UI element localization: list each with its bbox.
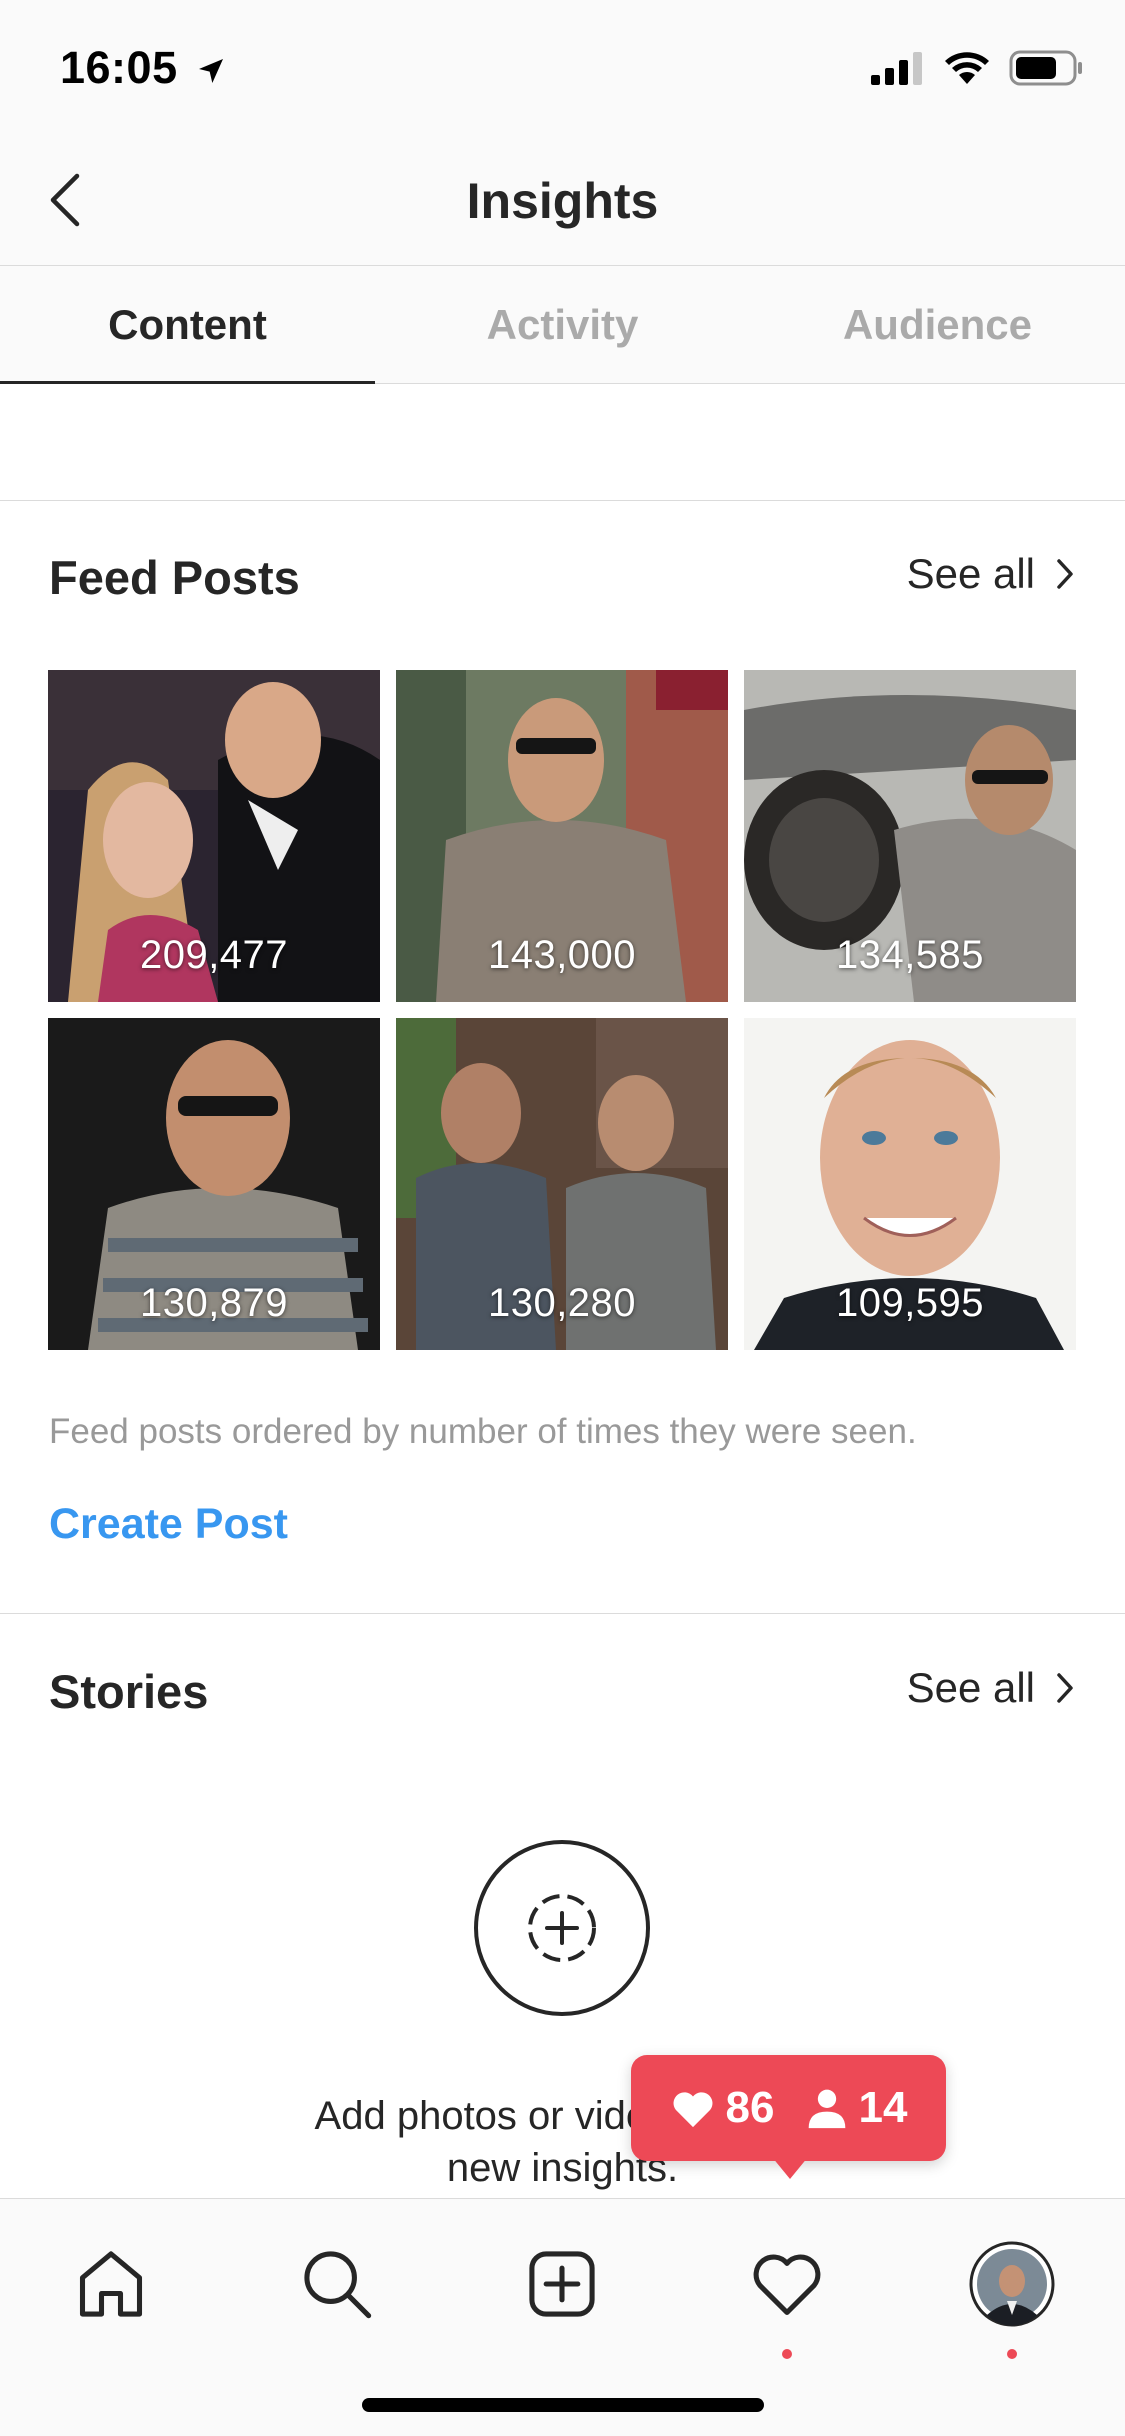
followers-count: 14 [805,2083,908,2133]
home-icon [79,2251,143,2317]
feed-post-thumbnail[interactable]: 130,280 [396,1018,728,1350]
create-post-link[interactable]: Create Post [49,1500,288,1549]
add-post-icon [529,2251,595,2317]
insights-tabs: Content Activity Audience [0,266,1125,384]
tab-audience[interactable]: Audience [750,266,1125,383]
stories-see-all-button[interactable]: See all [907,1664,1075,1712]
search-tab[interactable] [282,2229,392,2339]
activity-tab[interactable] [732,2229,842,2339]
cellular-signal-icon [871,52,922,85]
chevron-right-icon [1057,1673,1073,1703]
wifi-icon [945,52,989,84]
page-title: Insights [466,173,659,229]
home-indicator [362,2398,764,2412]
create-tab[interactable] [507,2229,617,2339]
add-story-icon [528,1894,596,1962]
feed-posts-see-all-button[interactable]: See all [907,550,1075,598]
feed-post-thumbnail[interactable]: 134,585 [744,670,1076,1002]
feed-posts-title: Feed Posts [49,551,300,604]
add-story-button[interactable] [474,1840,650,2016]
notification-pointer [772,2157,808,2179]
section-divider [0,1613,1125,1614]
stories-empty-line-1: Add photos or videos to see [314,2094,811,2138]
feed-post-thumbnail[interactable]: 143,000 [396,670,728,1002]
post-view-count: 209,477 [139,933,289,977]
stories-title: Stories [49,1665,209,1718]
tab-content[interactable]: Content [0,266,375,384]
chevron-right-icon [1057,559,1073,589]
likes-count-value: 86 [725,2083,775,2132]
post-view-count: 130,879 [139,1281,289,1325]
avatar [969,2241,1055,2327]
feed-post-thumbnail[interactable]: 109,595 [744,1018,1076,1350]
heart-outline-icon [753,2254,821,2316]
feed-post-thumbnail[interactable]: 209,477 [48,670,380,1002]
stories-empty-text: Add photos or videos to see new insights… [0,2090,1125,2194]
profile-tab[interactable] [957,2229,1067,2339]
status-time-text: 16:05 [60,42,178,93]
see-all-label: See all [906,1664,1035,1711]
status-time: 16:05 [60,42,227,94]
status-bar: 16:05 [0,0,1125,132]
likes-count: 86 [670,2083,775,2133]
activity-unread-dot [782,2349,792,2359]
post-view-count: 134,585 [835,933,985,977]
nav-header: Insights [0,132,1125,266]
status-icons [871,50,1083,86]
home-tab[interactable] [56,2229,166,2339]
post-view-count: 130,280 [487,1281,637,1325]
post-view-count: 109,595 [835,1281,985,1325]
section-divider [0,500,1125,501]
person-icon [808,2089,845,2129]
profile-unread-dot [1007,2349,1017,2359]
activity-notification-bubble[interactable]: 86 14 [631,2055,946,2161]
feed-posts-note: Feed posts ordered by number of times th… [49,1412,917,1451]
followers-count-value: 14 [858,2083,908,2132]
see-all-label: See all [906,550,1035,597]
feed-posts-grid: 209,477 143,000 134,585 130,879 130,280 … [48,670,1078,1350]
stories-empty-line-2: new insights. [446,2146,679,2190]
post-view-count: 143,000 [487,933,637,977]
feed-post-thumbnail[interactable]: 130,879 [48,1018,380,1350]
battery-icon [1009,50,1082,86]
tab-activity[interactable]: Activity [375,266,750,383]
heart-icon [673,2092,713,2128]
location-arrow-icon [198,59,223,83]
search-icon [304,2251,372,2319]
